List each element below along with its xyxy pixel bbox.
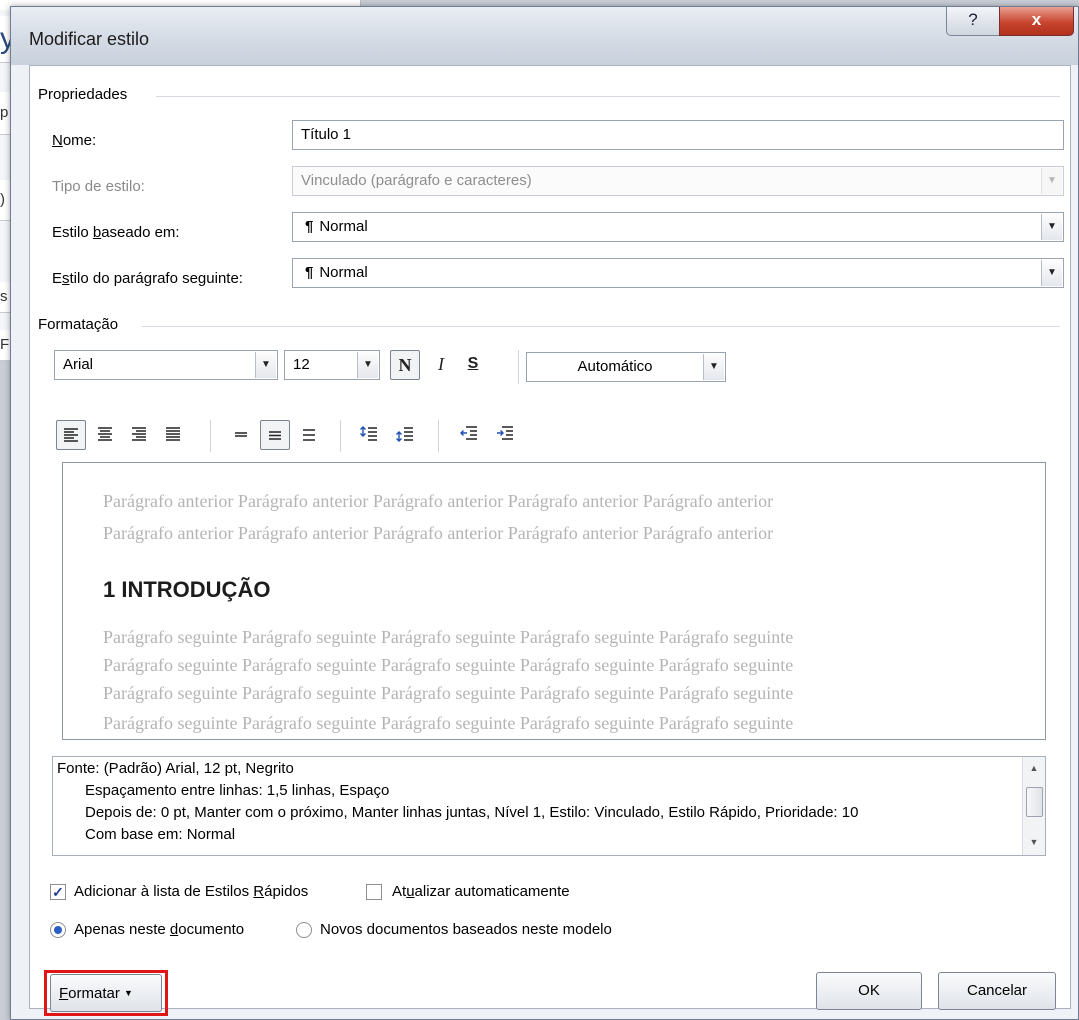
justify-icon[interactable] xyxy=(158,420,188,450)
scroll-up-icon[interactable]: ▲ xyxy=(1023,763,1045,773)
style-preview: Parágrafo anterior Parágrafo anterior Pa… xyxy=(62,462,1046,740)
chevron-down-icon[interactable]: ▼ xyxy=(1041,214,1062,240)
format-button[interactable]: Formatar ▼ xyxy=(50,974,162,1012)
only-this-document-radio[interactable] xyxy=(50,922,66,938)
modify-style-dialog: Modificar estilo ? x Propriedades Nome: … xyxy=(10,6,1079,1020)
ok-button[interactable]: OK xyxy=(816,972,922,1010)
help-icon[interactable]: ? xyxy=(946,7,1000,36)
decrease-indent-icon[interactable] xyxy=(454,420,484,450)
style-description[interactable]: Fonte: (Padrão) Arial, 12 pt, Negrito Es… xyxy=(52,756,1046,856)
toolbar-separator xyxy=(518,350,519,384)
chevron-down-icon[interactable]: ▼ xyxy=(703,354,724,380)
formatting-divider xyxy=(142,326,1060,327)
based-on-label: Estilo baseado em: xyxy=(52,224,180,241)
dialog-title: Modificar estilo xyxy=(29,29,150,49)
name-label: Nome: xyxy=(52,132,97,149)
double-spacing-icon[interactable] xyxy=(294,420,324,450)
align-center-icon[interactable] xyxy=(90,420,120,450)
paragraph-mark-icon: ¶ xyxy=(305,218,314,235)
next-paragraph-select[interactable]: ¶ Normal ▼ xyxy=(292,258,1064,288)
align-left-icon[interactable] xyxy=(56,420,86,450)
name-input[interactable]: Título 1 xyxy=(292,120,1064,150)
space-before-icon[interactable] xyxy=(354,420,384,450)
font-size-value: 12 xyxy=(293,356,310,373)
preview-heading: 1 INTRODUÇÃO xyxy=(103,577,271,602)
scroll-down-icon[interactable]: ▼ xyxy=(1023,837,1045,847)
description-scrollbar[interactable]: ▲ ▼ xyxy=(1022,757,1045,855)
single-spacing-icon[interactable] xyxy=(226,420,256,450)
style-type-value: Vinculado (parágrafo e caracteres) xyxy=(301,172,532,189)
previous-paragraph-line: Parágrafo anterior Parágrafo anterior Pa… xyxy=(103,523,774,543)
font-select[interactable]: Arial ▼ xyxy=(54,350,278,380)
style-type-label: Tipo de estilo: xyxy=(52,178,145,195)
underline-button[interactable]: S xyxy=(458,350,488,380)
scroll-thumb[interactable] xyxy=(1026,787,1043,817)
description-line: Espaçamento entre linhas: 1,5 linhas, Es… xyxy=(85,782,390,799)
italic-button[interactable]: I xyxy=(426,350,456,380)
align-right-icon[interactable] xyxy=(124,420,154,450)
auto-update-checkbox[interactable] xyxy=(366,884,382,900)
next-paragraph-line: Parágrafo seguinte Parágrafo seguinte Pa… xyxy=(103,683,794,703)
new-documents-radio[interactable] xyxy=(296,922,312,938)
one-half-spacing-icon[interactable] xyxy=(260,420,290,450)
dialog-content: Propriedades Nome: Título 1 Tipo de esti… xyxy=(29,65,1071,1016)
based-on-value: Normal xyxy=(319,218,368,235)
cancel-button[interactable]: Cancelar xyxy=(938,972,1056,1010)
font-size-select[interactable]: 12 ▼ xyxy=(284,350,380,380)
font-color-value: Automático xyxy=(577,358,653,375)
description-line: Depois de: 0 pt, Manter com o próximo, M… xyxy=(85,804,859,821)
chevron-down-icon[interactable]: ▼ xyxy=(1041,260,1062,286)
paragraph-mark-icon: ¶ xyxy=(305,264,314,281)
bold-button[interactable]: N xyxy=(390,350,420,380)
next-paragraph-line: Parágrafo seguinte Parágrafo seguinte Pa… xyxy=(103,655,794,675)
next-paragraph-value: Normal xyxy=(319,264,368,281)
only-this-document-label: Apenas neste documento xyxy=(74,921,245,938)
chevron-down-icon[interactable]: ▼ xyxy=(357,352,378,378)
chevron-down-icon: ▼ xyxy=(124,988,133,998)
toolbar-separator xyxy=(438,420,439,452)
space-after-icon[interactable] xyxy=(390,420,420,450)
formatting-group-label: Formatação xyxy=(38,316,119,333)
toolbar-separator xyxy=(340,420,341,452)
chevron-down-icon[interactable]: ▼ xyxy=(255,352,276,378)
font-color-select[interactable]: Automático ▼ xyxy=(526,352,726,382)
increase-indent-icon[interactable] xyxy=(490,420,520,450)
description-line: Com base em: Normal xyxy=(85,826,236,843)
close-icon[interactable]: x xyxy=(999,7,1074,36)
properties-divider xyxy=(156,96,1060,97)
next-paragraph-line: Parágrafo seguinte Parágrafo seguinte Pa… xyxy=(103,713,794,733)
chevron-down-icon: ▼ xyxy=(1041,168,1062,194)
properties-group-label: Propriedades xyxy=(38,86,128,103)
toolbar-separator xyxy=(210,420,211,452)
description-line: Fonte: (Padrão) Arial, 12 pt, Negrito xyxy=(57,760,294,777)
new-documents-label: Novos documentos baseados neste modelo xyxy=(320,921,612,938)
dialog-titlebar: Modificar estilo ? x xyxy=(11,7,1078,65)
based-on-select[interactable]: ¶ Normal ▼ xyxy=(292,212,1064,242)
add-quick-styles-label: Adicionar à lista de Estilos Rápidos xyxy=(74,883,309,900)
auto-update-label: Atualizar automaticamente xyxy=(392,883,570,900)
style-type-select: Vinculado (parágrafo e caracteres) ▼ xyxy=(292,166,1064,196)
next-paragraph-label: Estilo do parágrafo seguinte: xyxy=(52,270,243,287)
previous-paragraph-line: Parágrafo anterior Parágrafo anterior Pa… xyxy=(103,491,774,511)
font-value: Arial xyxy=(63,356,94,373)
add-quick-styles-checkbox[interactable]: ✓ xyxy=(50,884,66,900)
next-paragraph-line: Parágrafo seguinte Parágrafo seguinte Pa… xyxy=(103,627,794,647)
